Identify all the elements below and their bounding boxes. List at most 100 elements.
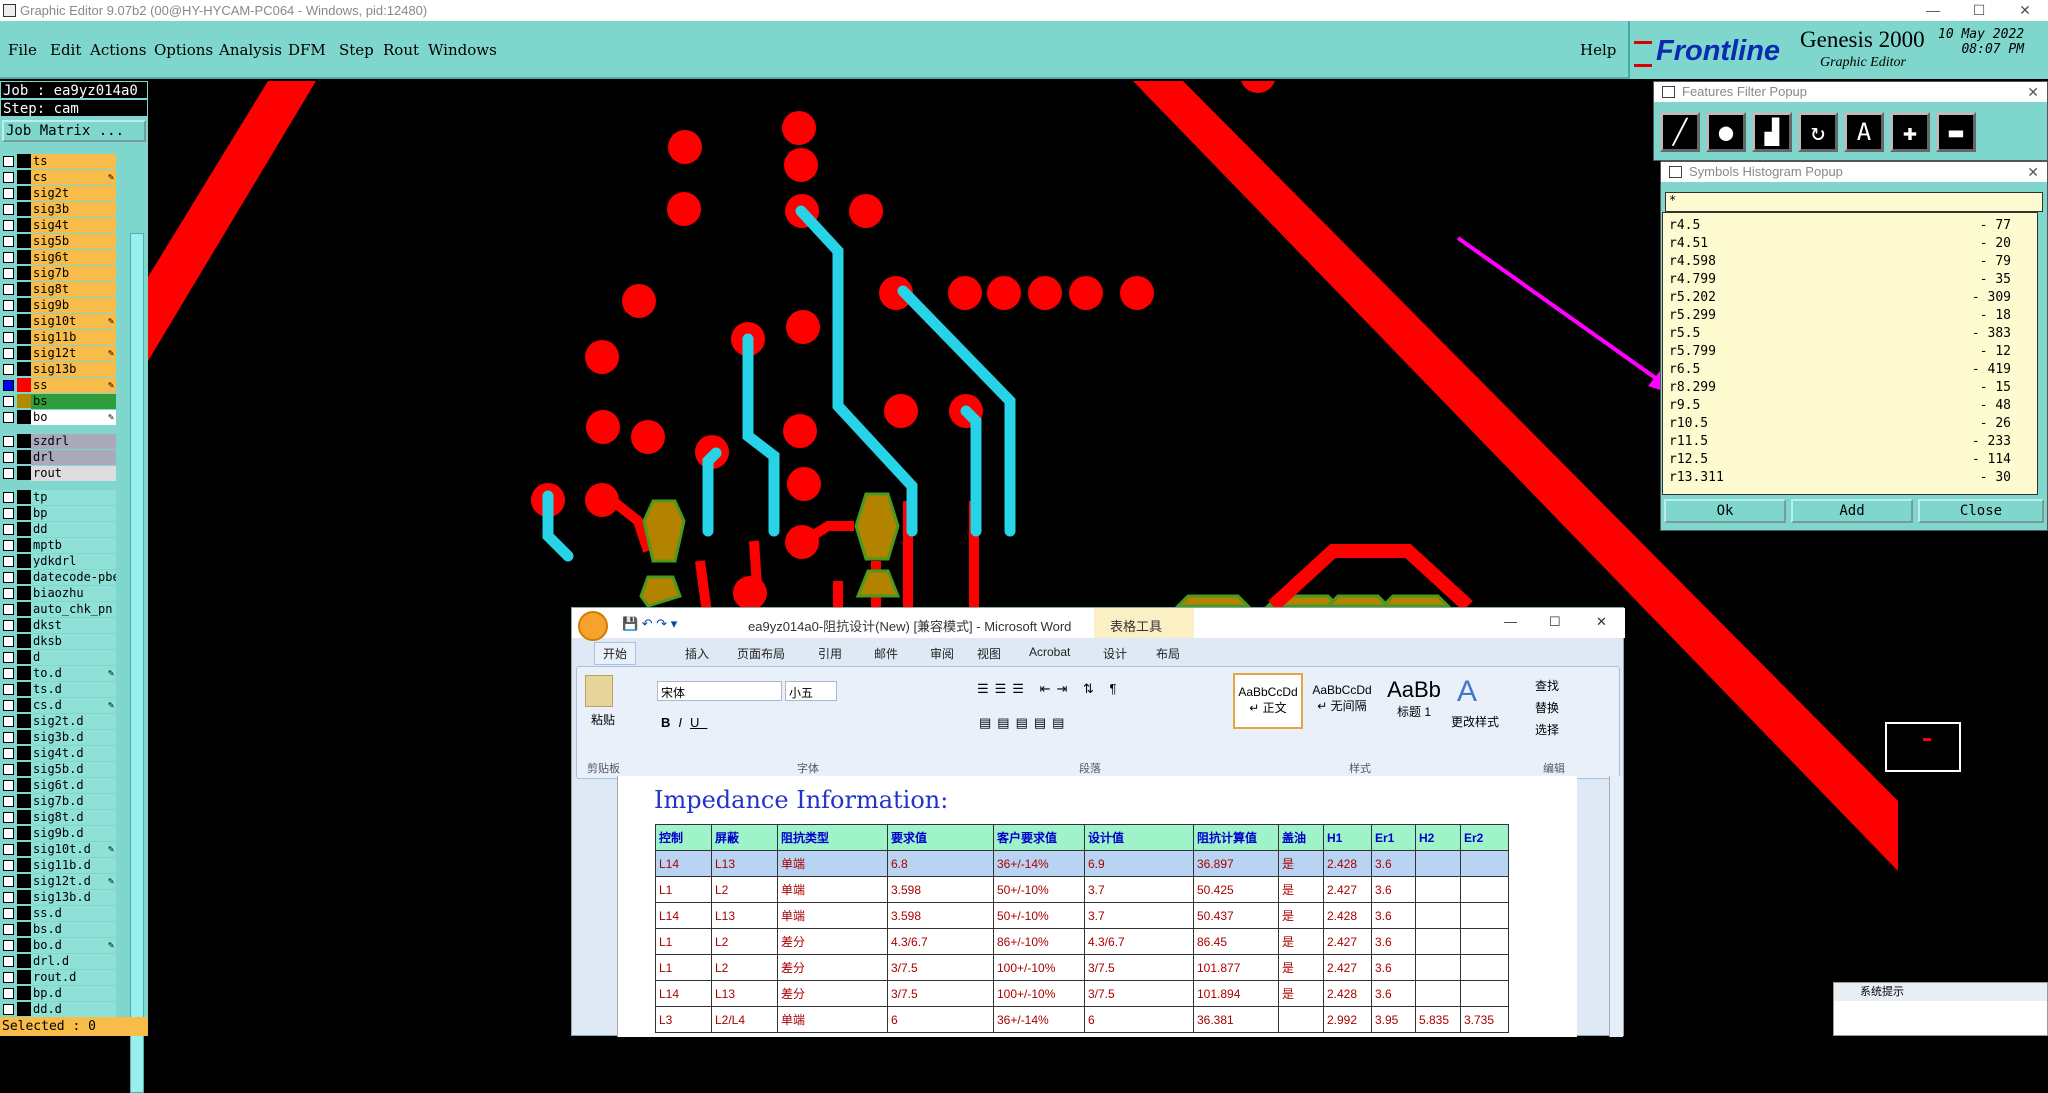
layer-checkbox[interactable] [3,523,14,535]
layer-name[interactable]: datecode-pbe [31,569,116,585]
ok-button[interactable]: Ok [1664,499,1786,523]
table-cell[interactable]: 是 [1278,876,1324,903]
table-cell[interactable]: L2 [711,928,778,955]
layer-row[interactable]: ts.d [0,681,116,697]
job-matrix-button[interactable]: Job Matrix ... [2,120,146,142]
layer-row[interactable]: sig4t [0,217,116,233]
layer-color-swatch[interactable] [17,234,31,248]
layer-row[interactable]: sig2t [0,185,116,201]
layer-row[interactable]: cs.d ✎ [0,697,116,713]
layer-row[interactable]: dksb [0,633,116,649]
pad-filter-button[interactable]: ● [1706,112,1746,152]
symbol-filter-input[interactable]: * [1665,192,2043,212]
layer-row[interactable]: to.d ✎ [0,665,116,681]
layer-color-swatch[interactable] [17,346,31,360]
table-cell[interactable] [1415,928,1461,955]
layer-color-swatch[interactable] [17,682,31,696]
layer-color-swatch[interactable] [17,506,31,520]
menu-file[interactable]: File [8,41,37,59]
layer-name[interactable]: biaozhu [31,585,116,601]
histogram-row[interactable]: r5.202 - 309 [1669,289,2031,307]
layer-color-swatch[interactable] [17,314,31,328]
layer-color-swatch[interactable] [17,858,31,872]
table-cell[interactable]: 6.8 [887,850,994,877]
table-cell[interactable]: 是 [1278,928,1324,955]
tab-8[interactable]: 设计 [1103,645,1127,662]
menu-rout[interactable]: Rout [383,41,419,59]
histogram-row[interactable]: r11.5 - 233 [1669,433,2031,451]
layer-name[interactable]: cs.d ✎ [31,697,116,713]
style-no-spacing[interactable]: AaBbCcDd ↵ 无间隔 [1307,673,1377,729]
table-cell[interactable]: 50+/-10% [993,902,1085,929]
layer-color-swatch[interactable] [17,466,31,480]
layer-name[interactable]: bp.d [31,985,116,1001]
layer-checkbox[interactable] [3,987,14,999]
layer-checkbox[interactable] [3,1003,14,1015]
layer-row[interactable]: sig6t.d [0,777,116,793]
layer-checkbox[interactable] [3,939,14,951]
table-cell[interactable] [1415,954,1461,981]
table-cell[interactable]: 3.6 [1371,954,1416,981]
table-cell[interactable]: L13 [711,980,778,1007]
table-cell[interactable]: 2.428 [1323,902,1372,929]
layer-color-swatch[interactable] [17,282,31,296]
layer-row[interactable]: dkst [0,617,116,633]
layer-row[interactable]: sig10t.d ✎ [0,841,116,857]
layer-checkbox[interactable] [3,667,14,679]
layer-name[interactable]: bo ✎ [31,409,116,425]
layer-checkbox[interactable] [3,699,14,711]
table-cell[interactable]: 3.7 [1084,876,1194,903]
layer-color-swatch[interactable] [17,634,31,648]
table-cell[interactable]: 单端 [777,876,888,903]
layer-row[interactable]: sig9b [0,297,116,313]
layer-name[interactable]: d [31,649,116,665]
table-cell[interactable]: 100+/-10% [993,980,1085,1007]
add-button[interactable]: Add [1791,499,1913,523]
tab-9[interactable]: 布局 [1156,645,1180,662]
replace-button[interactable]: 替换 [1535,697,1559,719]
table-cell[interactable]: 单端 [777,902,888,929]
histogram-row[interactable]: r10.5 - 26 [1669,415,2031,433]
layer-name[interactable]: dd [31,521,116,537]
table-cell[interactable]: 2.427 [1323,928,1372,955]
layer-color-swatch[interactable] [17,906,31,920]
table-row[interactable]: L3 L2/L4 单端 6 36+/-14% 6 36.381 2.992 3.95 5.835 3… [655,1006,1509,1033]
layer-row[interactable]: sig12t.d ✎ [0,873,116,889]
layer-checkbox[interactable] [3,651,14,663]
layer-color-swatch[interactable] [17,394,31,408]
table-cell[interactable]: 差分 [777,928,888,955]
negative-filter-button[interactable]: ▬ [1936,112,1976,152]
layer-name[interactable]: bo.d ✎ [31,937,116,953]
table-row[interactable]: L14 L13 单端 3.598 50+/-10% 3.7 50.437 是 2.428 3.6 [655,902,1509,929]
text-filter-button[interactable]: A [1844,112,1884,152]
impedance-table[interactable]: 控制 屏蔽 阻抗类型 要求值 客户要求值 设计值 阻抗计算值 盖油 H1 Er1 H2 Er2 L14 L… [655,824,1509,1033]
layer-name[interactable]: sig10t ✎ [31,313,116,329]
layer-checkbox[interactable] [3,267,14,279]
find-button[interactable]: 查找 [1535,675,1559,697]
style-normal[interactable]: AaBbCcDd ↵ 正文 [1233,673,1303,729]
layer-name[interactable]: sig9b.d [31,825,116,841]
layer-checkbox[interactable] [3,203,14,215]
layer-checkbox[interactable] [3,283,14,295]
layer-checkbox[interactable] [3,587,14,599]
positive-filter-button[interactable]: ✚ [1890,112,1930,152]
table-cell[interactable] [1278,1006,1324,1033]
layer-row[interactable]: bs [0,393,116,409]
close-icon[interactable]: ✕ [2027,82,2039,102]
table-cell[interactable]: 2.428 [1323,850,1372,877]
layer-checkbox[interactable] [3,467,14,479]
layer-color-swatch[interactable] [17,434,31,448]
layer-color-swatch[interactable] [17,154,31,168]
table-cell[interactable]: 36+/-14% [993,850,1085,877]
table-cell[interactable]: 差分 [777,954,888,981]
table-cell[interactable]: 3.735 [1460,1006,1509,1033]
word-minimize[interactable]: — [1504,614,1517,629]
font-size-select[interactable]: 小五 [785,681,837,701]
change-style-icon[interactable]: A [1457,675,1477,709]
change-style-label[interactable]: 更改样式 [1451,713,1499,730]
layer-name[interactable]: bp [31,505,116,521]
table-cell[interactable]: 5.835 [1415,1006,1461,1033]
layer-checkbox[interactable] [3,747,14,759]
table-cell[interactable]: L1 [655,876,712,903]
layer-name[interactable]: ts [31,153,116,169]
